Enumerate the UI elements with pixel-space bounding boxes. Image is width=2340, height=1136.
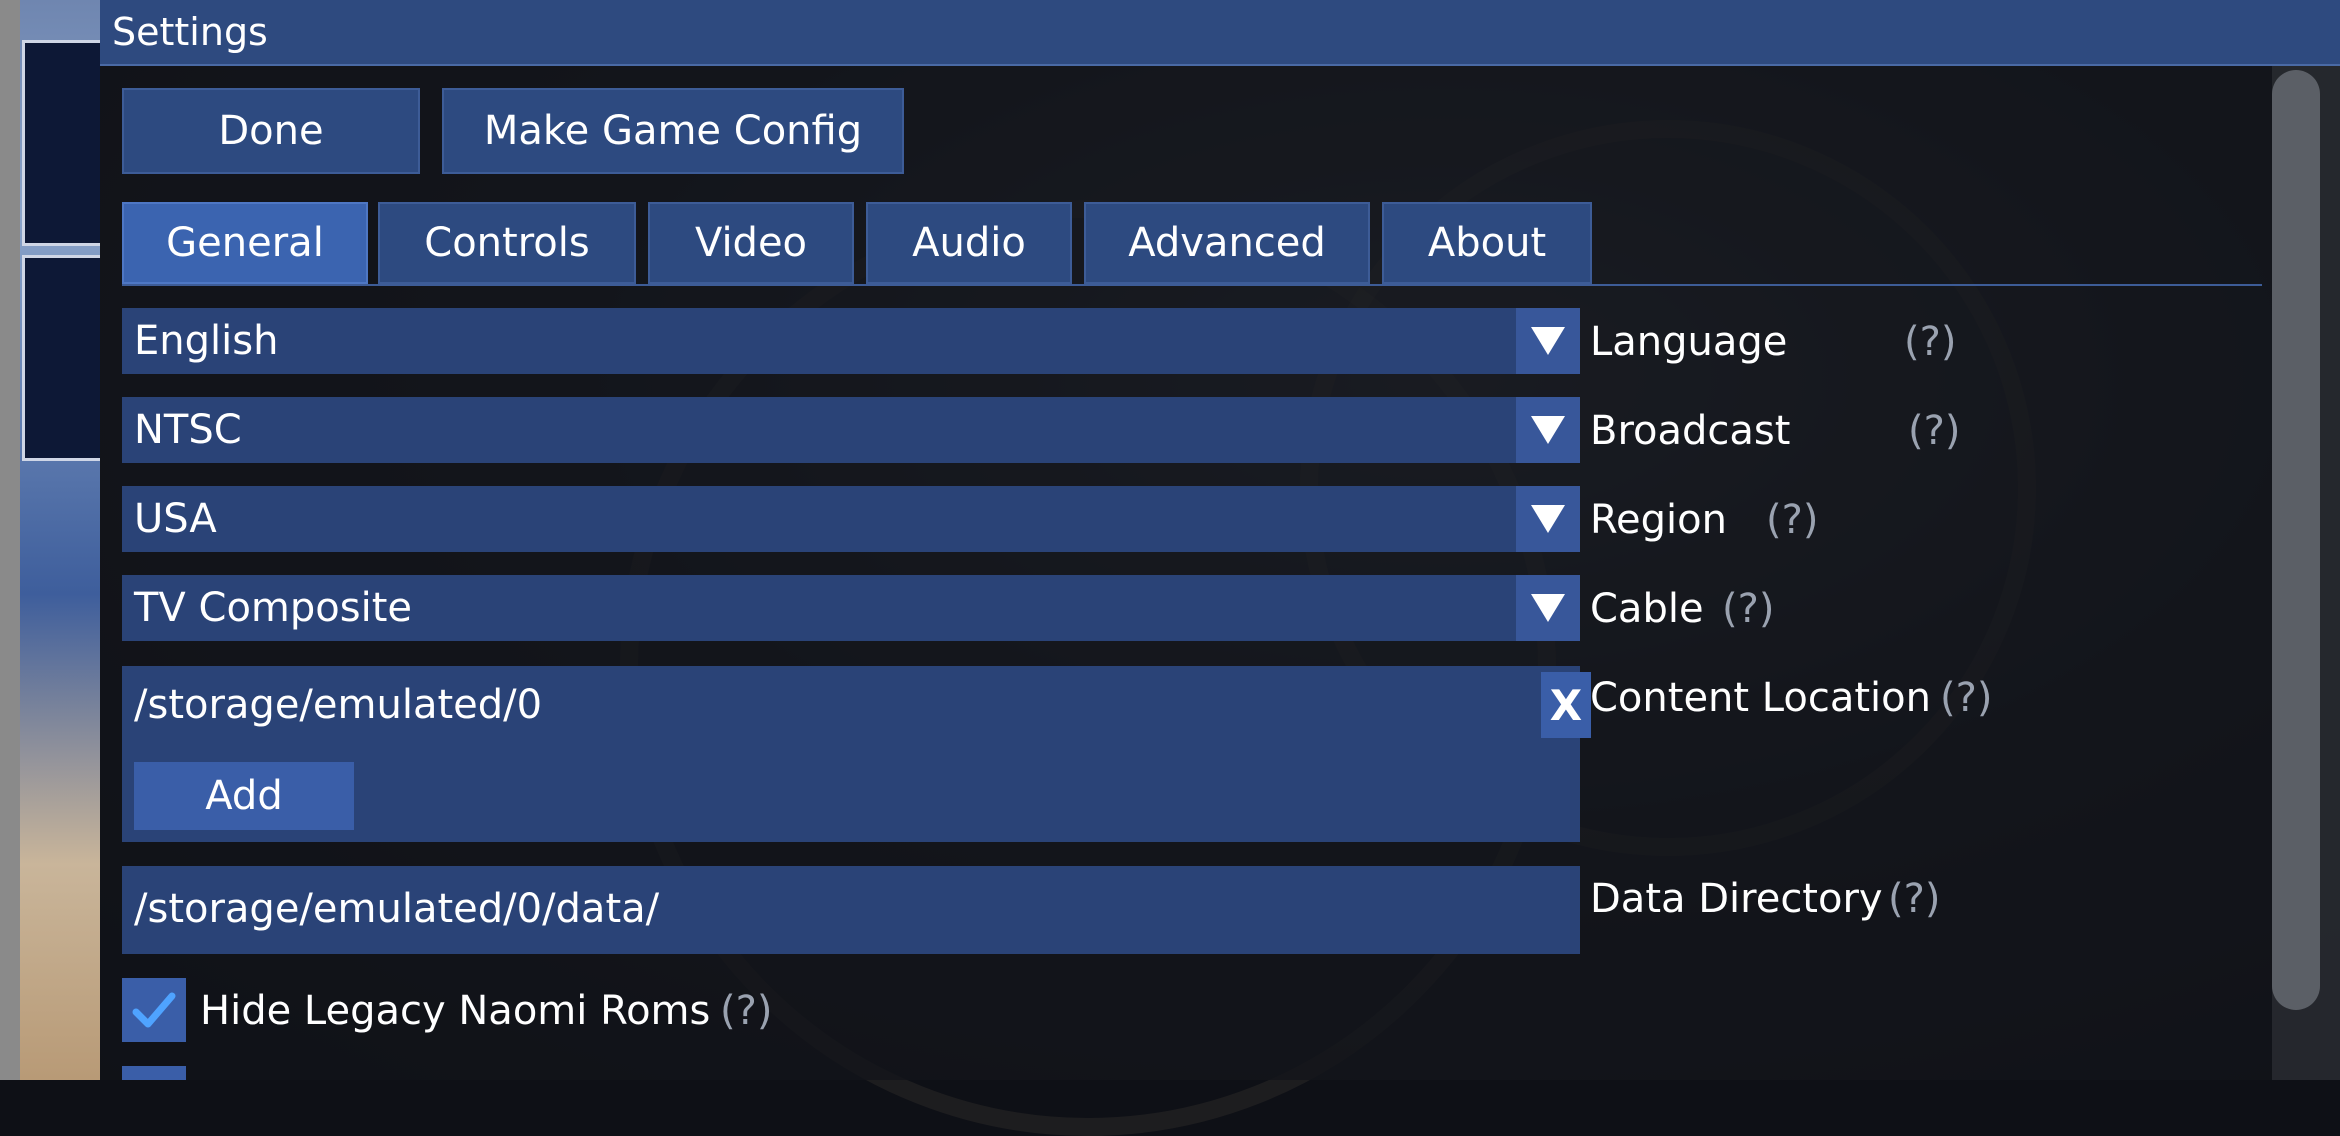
cable-select[interactable]: TV Composite	[122, 575, 1580, 641]
language-label: Language	[1590, 319, 1788, 365]
broadcast-label: Broadcast	[1590, 408, 1791, 454]
title-bar: Settings	[100, 0, 2340, 66]
content-location-label: Content Location	[1590, 675, 1931, 721]
tab-controls[interactable]: Controls	[378, 202, 636, 284]
tab-video[interactable]: Video	[648, 202, 854, 284]
tab-general[interactable]: General	[122, 202, 368, 284]
data-directory-field[interactable]: /storage/emulated/0/data/	[122, 866, 1580, 954]
done-button[interactable]: Done	[122, 88, 420, 174]
region-select[interactable]: USA	[122, 486, 1580, 552]
hide-legacy-naomi-roms-help[interactable]: (?)	[720, 986, 772, 1036]
broadcast-help[interactable]: (?)	[1908, 406, 1960, 456]
remove-path-button[interactable]: X	[1541, 672, 1591, 738]
cable-label: Cable	[1590, 586, 1704, 632]
make-game-config-button[interactable]: Make Game Config	[442, 88, 904, 174]
data-directory-label: Data Directory	[1590, 876, 1883, 922]
cable-help[interactable]: (?)	[1722, 584, 1774, 634]
language-help[interactable]: (?)	[1904, 317, 1956, 367]
content-location-path: /storage/emulated/0	[134, 682, 543, 728]
region-value: USA	[134, 496, 217, 542]
dropdown-arrow-icon[interactable]	[1516, 397, 1580, 463]
hide-legacy-naomi-roms-label: Hide Legacy Naomi Roms	[200, 988, 711, 1034]
data-directory-help[interactable]: (?)	[1888, 874, 1940, 924]
region-label: Region	[1590, 497, 1727, 543]
hide-legacy-naomi-roms-checkbox[interactable]	[122, 978, 186, 1042]
tab-divider	[122, 284, 2262, 286]
background-left-strip	[0, 0, 20, 1080]
checkmark-icon	[132, 992, 176, 1028]
window-title: Settings	[112, 10, 268, 54]
content-location-help[interactable]: (?)	[1940, 673, 1992, 723]
cable-value: TV Composite	[134, 585, 412, 631]
language-value: English	[134, 318, 279, 364]
dropdown-arrow-icon[interactable]	[1516, 575, 1580, 641]
language-select[interactable]: English	[122, 308, 1580, 374]
tab-about[interactable]: About	[1382, 202, 1592, 284]
background-tile-1	[22, 40, 106, 246]
tab-audio[interactable]: Audio	[866, 202, 1072, 284]
settings-window: Settings Done Make Game Config General C…	[100, 0, 2340, 1080]
region-help[interactable]: (?)	[1766, 495, 1818, 545]
background-tile-2	[22, 255, 106, 461]
scrollbar-thumb[interactable]	[2272, 70, 2320, 1010]
data-directory-value: /storage/emulated/0/data/	[134, 886, 660, 932]
broadcast-value: NTSC	[134, 407, 242, 453]
dropdown-arrow-icon[interactable]	[1516, 308, 1580, 374]
dropdown-arrow-icon[interactable]	[1516, 486, 1580, 552]
content-location-panel: /storage/emulated/0 X Add	[122, 666, 1591, 842]
add-content-location-button[interactable]: Add	[134, 762, 354, 830]
broadcast-select[interactable]: NTSC	[122, 397, 1580, 463]
next-checkbox-partial[interactable]	[122, 1066, 186, 1080]
tab-advanced[interactable]: Advanced	[1084, 202, 1370, 284]
